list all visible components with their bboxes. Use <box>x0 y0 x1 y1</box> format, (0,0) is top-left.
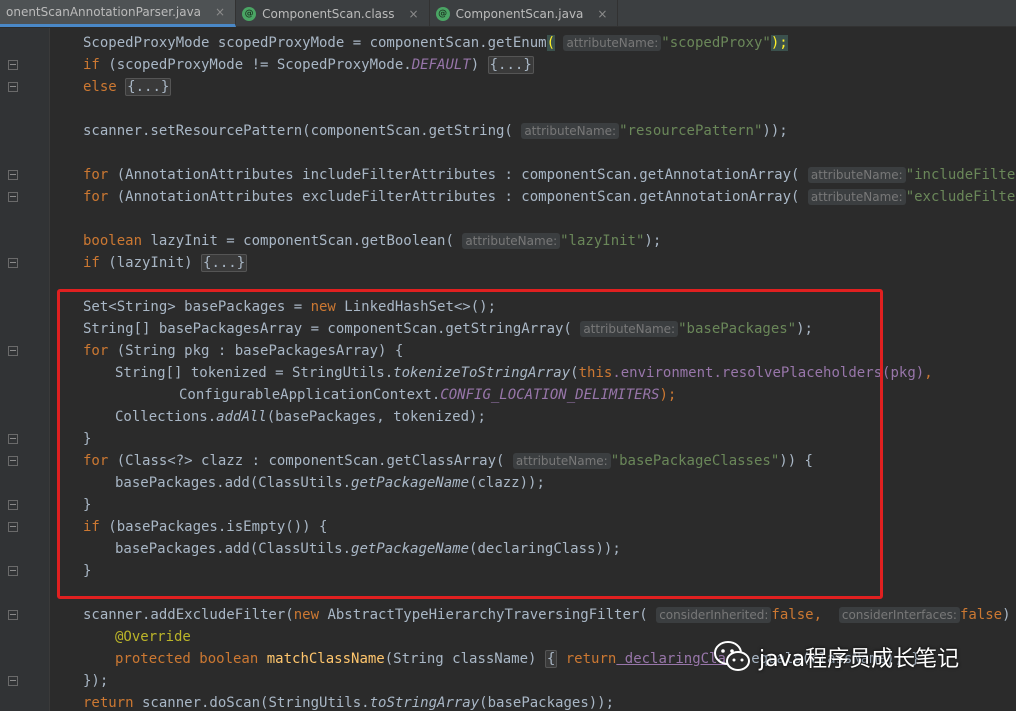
fold-marker-icon[interactable] <box>8 434 18 444</box>
parameter-hint: attributeName: <box>563 35 662 51</box>
code-line: if (lazyInit) {...} <box>83 254 248 272</box>
code-line: for (AnnotationAttributes includeFilterA… <box>83 167 1016 183</box>
folded-block: {...} <box>201 254 248 272</box>
fold-marker-icon[interactable] <box>8 500 18 510</box>
parameter-hint: attributeName: <box>807 189 906 205</box>
fold-marker-icon[interactable] <box>8 82 18 92</box>
annotation-file-icon: @ <box>435 6 450 21</box>
parameter-hint: considerInherited: <box>656 607 772 623</box>
folded-block: {...} <box>487 56 534 74</box>
code-line: ScopedProxyMode scopedProxyMode = compon… <box>83 35 788 51</box>
code-line: else {...} <box>83 78 172 96</box>
code-line: @Override <box>115 629 191 645</box>
parameter-hint: attributeName: <box>807 167 906 183</box>
close-icon[interactable]: × <box>409 7 419 21</box>
tab-componentscan-class[interactable]: @ ComponentScan.class × <box>236 0 430 27</box>
editor-tab-bar: onentScanAnnotationParser.java × @ Compo… <box>0 0 1016 27</box>
watermark: java程序员成长笔记 <box>713 640 959 674</box>
parameter-hint: attributeName: <box>521 123 620 139</box>
parameter-hint: attributeName: <box>462 233 561 249</box>
wechat-icon <box>714 641 750 671</box>
fold-marker-icon[interactable] <box>8 60 18 70</box>
fold-marker-icon[interactable] <box>8 566 18 576</box>
fold-marker-icon[interactable] <box>8 192 18 202</box>
close-icon[interactable]: × <box>597 7 607 21</box>
fold-marker-icon[interactable] <box>8 676 18 686</box>
highlight-box <box>57 289 883 599</box>
code-line: return scanner.doScan(StringUtils.toStri… <box>83 695 615 711</box>
fold-marker-icon[interactable] <box>8 346 18 356</box>
tab-componentscan-java[interactable]: @ ComponentScan.java × <box>430 0 619 27</box>
code-line: for (AnnotationAttributes excludeFilterA… <box>83 189 1016 205</box>
watermark-text: java程序员成长笔记 <box>759 647 960 672</box>
code-line: }); <box>83 673 109 689</box>
parameter-hint: considerInterfaces: <box>838 607 960 623</box>
tab-label: onentScanAnnotationParser.java <box>6 5 202 19</box>
fold-marker-icon[interactable] <box>8 258 18 268</box>
folded-block: {...} <box>125 78 172 96</box>
fold-marker-icon[interactable] <box>8 610 18 620</box>
tab-label: ComponentScan.class <box>262 6 395 21</box>
tab-label: ComponentScan.java <box>455 6 584 21</box>
annotation-file-icon: @ <box>242 6 257 21</box>
tab-componentscan-annotation-parser[interactable]: onentScanAnnotationParser.java × <box>0 0 237 27</box>
fold-marker-icon[interactable] <box>8 522 18 532</box>
close-icon[interactable]: × <box>215 5 225 19</box>
fold-marker-icon[interactable] <box>8 456 18 466</box>
code-line: scanner.setResourcePattern(componentScan… <box>83 123 788 139</box>
editor-gutter <box>0 28 50 711</box>
code-line: scanner.addExcludeFilter(new AbstractTyp… <box>83 607 1011 623</box>
fold-marker-icon[interactable] <box>8 170 18 180</box>
code-line: boolean lazyInit = componentScan.getBool… <box>83 233 662 249</box>
code-line: if (scopedProxyMode != ScopedProxyMode.D… <box>83 56 534 74</box>
